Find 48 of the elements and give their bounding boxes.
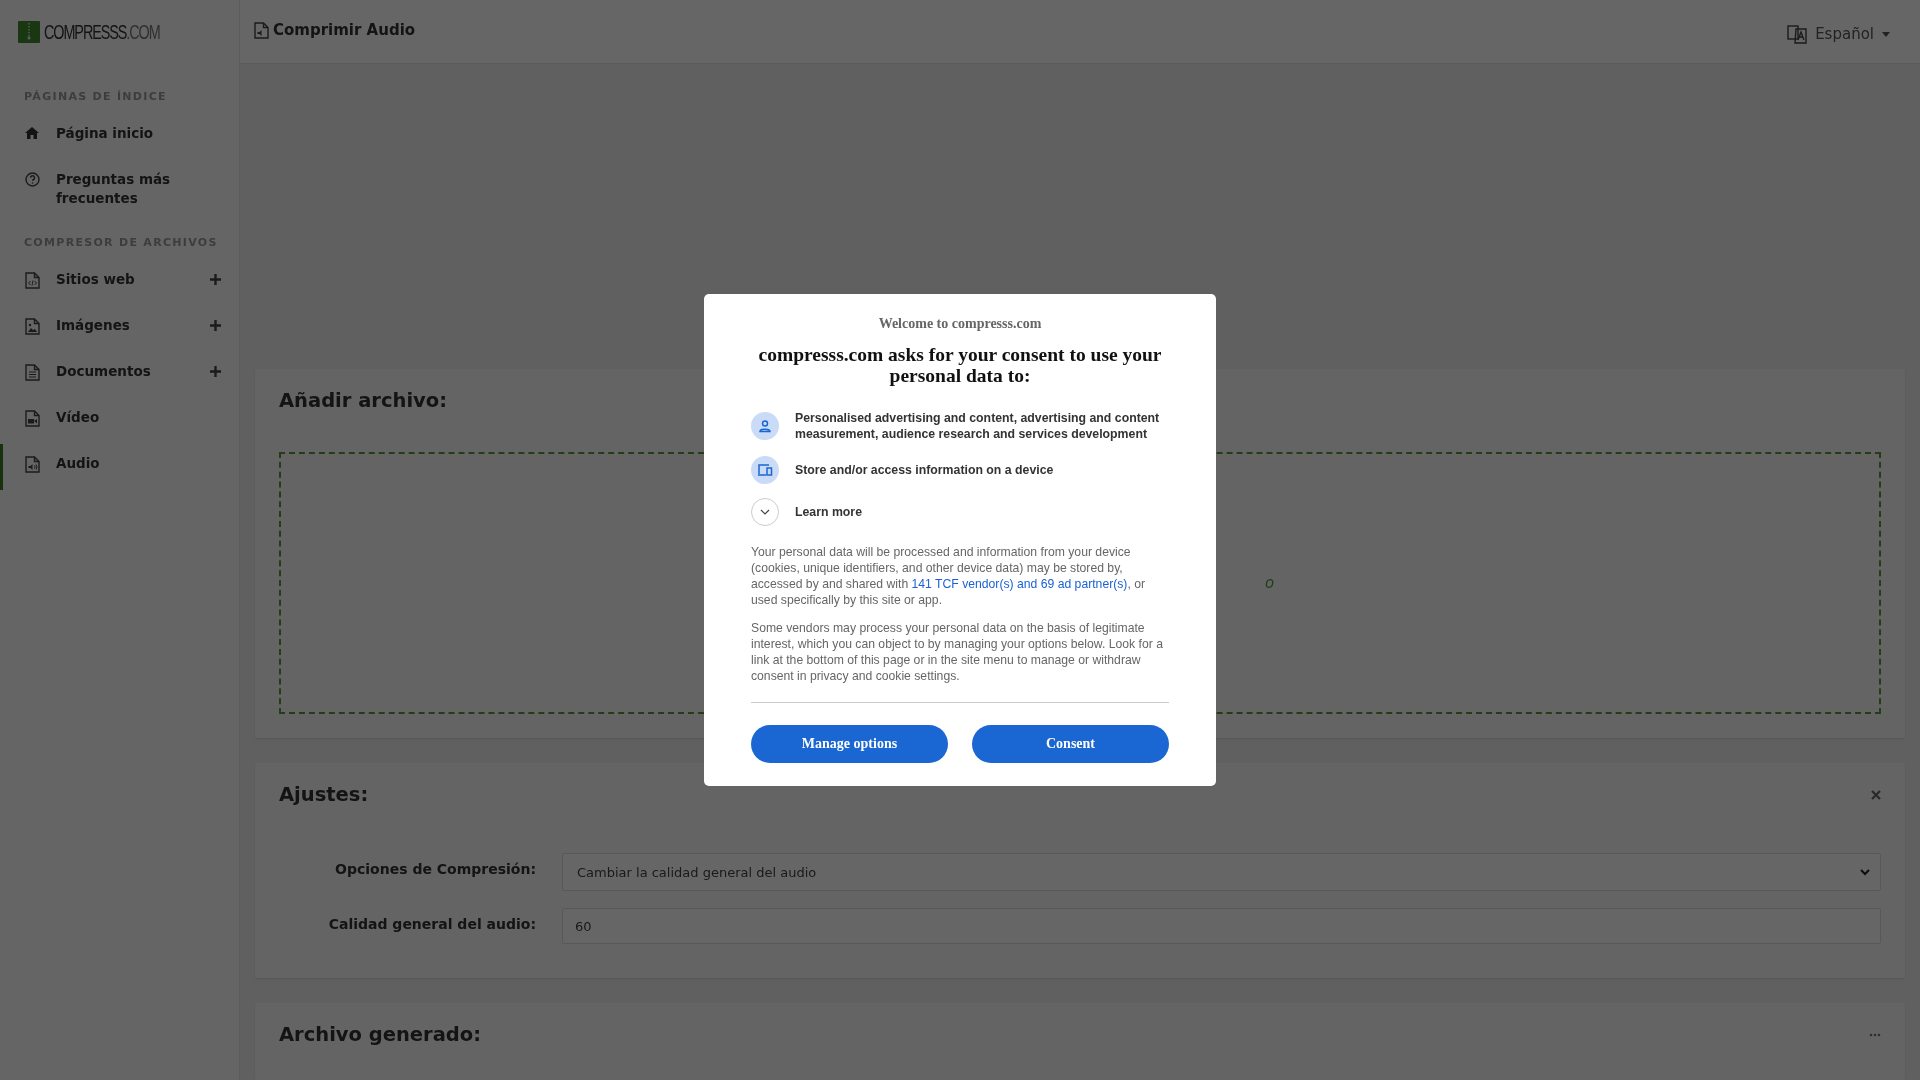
plus-icon[interactable]	[210, 320, 221, 331]
select-field[interactable]: Cambiar la calidad general del audio	[562, 853, 1881, 891]
dialog-heading: compresss.com asks for your consent to use your personal data to:	[757, 344, 1163, 386]
expand-button[interactable]	[751, 498, 779, 526]
chevron-down-icon	[1860, 868, 1870, 876]
dropzone-text: o	[1265, 574, 1275, 592]
purpose-text: Store and/or access information on a device	[795, 462, 1054, 478]
caret-icon	[1882, 31, 1890, 37]
plus-icon[interactable]	[210, 366, 221, 377]
consent-paragraph: Your personal data will be processed and information from your device (cookies, unique identifiers, and other device data) may be stored by, accessed by and shared with 141 TCF vendor(s) and 69 ad partner(s), or used specifically by this site or app.	[751, 544, 1147, 608]
help-icon	[24, 172, 40, 187]
video-file-icon	[24, 410, 40, 427]
chevron-down-icon	[760, 509, 770, 515]
sidebar-item[interactable]: Página inicio	[0, 114, 239, 160]
sidebar-item[interactable]: Preguntas más frecuentes	[0, 160, 239, 222]
sidebar-item[interactable]: Vídeo	[0, 398, 239, 444]
logo-text: COMPRESSS.COM	[44, 20, 160, 44]
audio-file-icon	[24, 456, 40, 473]
home-icon	[24, 126, 40, 140]
close-icon[interactable]	[1871, 789, 1881, 800]
ellipsis-icon[interactable]	[1869, 1032, 1881, 1037]
card-title: Archivo generado:	[279, 1023, 481, 1046]
sidebar-item[interactable]: Audio	[0, 444, 239, 490]
consent-button[interactable]: Consent	[972, 725, 1169, 763]
purpose-text: Learn more	[795, 504, 862, 520]
devices-icon	[751, 456, 779, 484]
consent-paragraph: Some vendors may process your personal data on the basis of legitimate interest, which you can object to by managing your options below. Look for a link at the bottom of this page or in the site menu to manage or withdraw consent in privacy and cookie settings.	[751, 620, 1164, 684]
audio-file-icon	[254, 21, 269, 39]
translate-icon	[1787, 24, 1808, 44]
manage-options-button[interactable]: Manage options	[751, 725, 948, 763]
code-file-icon	[24, 272, 40, 289]
language-dropdown[interactable]: Español	[1787, 24, 1890, 44]
sidebar-item[interactable]: Sitios web	[0, 260, 239, 306]
card-title: Añadir archivo:	[279, 389, 447, 412]
sidebar-item[interactable]: Documentos	[0, 352, 239, 398]
dialog-welcome: Welcome to compresss.com	[877, 316, 1043, 332]
purpose-text: Personalised advertising and content, advertising and content measurement, audience research and services development	[795, 410, 1161, 442]
plus-icon[interactable]	[210, 274, 221, 285]
page-title: Comprimir Audio	[273, 21, 416, 39]
field-label: Opciones de Compresión:	[334, 860, 536, 877]
field-label: Calidad general del audio:	[327, 915, 536, 932]
card-title: Ajustes:	[279, 783, 369, 806]
input-field[interactable]: 60	[562, 908, 1881, 944]
person-icon	[751, 412, 779, 440]
image-file-icon	[24, 318, 40, 335]
document-icon	[24, 364, 40, 381]
zipper-logo-icon	[18, 21, 40, 43]
sidebar-item[interactable]: Imágenes	[0, 306, 239, 352]
